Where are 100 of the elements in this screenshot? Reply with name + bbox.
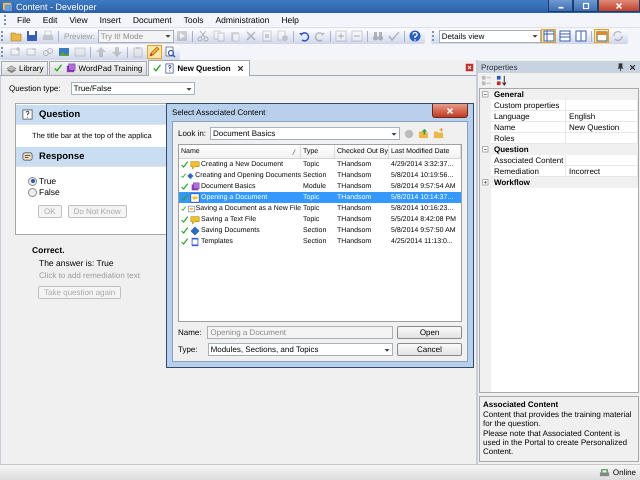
pin-icon (616, 62, 625, 72)
tab[interactable]: New Question (148, 60, 250, 76)
section-title: Response (39, 151, 84, 162)
categorized-icon (481, 75, 492, 86)
expand-icon (334, 30, 347, 42)
arrow-down-icon (111, 46, 123, 58)
section-title: Question (39, 109, 80, 120)
close-button[interactable] (432, 104, 468, 118)
network-icon (598, 467, 610, 478)
menu-item[interactable]: Administration (210, 15, 276, 25)
collapse-icon[interactable] (482, 90, 490, 98)
grid-view-button[interactable] (541, 29, 556, 43)
type-dropdown[interactable]: Modules, Sections, and Topics (208, 343, 393, 356)
collapse-icon[interactable] (482, 146, 490, 154)
circle-icon (404, 128, 414, 138)
clipboard-icon (132, 46, 144, 58)
help-button[interactable] (407, 29, 422, 43)
panel-icon (596, 30, 608, 42)
menu-item[interactable]: Document (126, 15, 178, 25)
speech-bubble-icon (190, 160, 200, 170)
property-group[interactable]: Workflow (491, 177, 638, 188)
link-icon (42, 46, 54, 58)
minimize-button[interactable] (548, 0, 573, 12)
diamond-icon (187, 170, 194, 180)
question-icon (22, 109, 33, 120)
redo-icon (314, 30, 326, 42)
property-group[interactable]: General (491, 89, 638, 100)
printer-icon (42, 30, 54, 42)
property-group[interactable]: Question (491, 144, 638, 155)
property-value[interactable]: English (566, 111, 638, 122)
question-icon (164, 63, 176, 74)
arrow-up-icon (95, 46, 107, 58)
expand-icon[interactable] (482, 178, 490, 186)
help-text: Content that provides the training material for the question. (483, 410, 633, 428)
paste-icon (228, 30, 241, 42)
menu-item[interactable]: View (63, 15, 94, 25)
page-bubble-icon (190, 192, 200, 202)
close-icon (614, 0, 624, 10)
menu-item[interactable]: Help (275, 15, 305, 25)
tab[interactable]: Library (1, 61, 48, 75)
diamond-icon (190, 226, 200, 236)
menu-item[interactable]: Tools (178, 15, 210, 25)
rows-view-button[interactable] (557, 29, 572, 43)
menu-item[interactable]: File (11, 15, 37, 25)
property-name: Name (491, 122, 566, 133)
option-label: False (39, 187, 60, 197)
toolbar-label: Preview: (63, 32, 96, 40)
status-text: Online (612, 468, 636, 477)
folder-up-icon (418, 128, 430, 139)
menu-item[interactable]: Insert (94, 15, 127, 25)
close-icon (445, 106, 455, 116)
menu-item[interactable]: Edit (36, 15, 64, 25)
collapse-icon (350, 30, 363, 42)
option-label: True (39, 176, 56, 186)
property-name: Custom properties (491, 100, 566, 111)
app-icon (2, 1, 13, 12)
pencil-button[interactable] (146, 45, 162, 59)
field-label: Question type: (9, 84, 61, 93)
copy-icon (212, 30, 225, 42)
dropdown[interactable]: Details view (438, 30, 541, 42)
feedback-result: Correct. (32, 245, 65, 255)
look-in-dropdown[interactable]: Document Basics (210, 127, 400, 140)
window-title: Content - Developer (16, 2, 98, 12)
help-text: Please note that Associated Content is used in the Portal to create Personalized Content. (483, 429, 628, 456)
image-button[interactable] (56, 45, 72, 59)
remove-frame-icon (26, 46, 38, 58)
close-icon (628, 62, 637, 72)
speech-bubble-icon (190, 214, 200, 224)
save-icon (26, 30, 38, 42)
refresh-icon (612, 30, 624, 42)
undo-icon (298, 30, 310, 42)
response-icon (22, 151, 33, 162)
split-view-button[interactable] (573, 29, 588, 43)
radio-button[interactable] (28, 176, 37, 186)
dialog-title: Select Associated Content (172, 108, 266, 117)
panel-title: Properties (481, 62, 518, 72)
close-icon (236, 64, 245, 73)
tab[interactable]: WordPad Training (49, 61, 148, 75)
close-button[interactable] (598, 0, 640, 12)
save-button[interactable] (24, 29, 40, 43)
maximize-icon (580, 0, 590, 10)
question-type-dropdown[interactable]: True/False (70, 82, 195, 95)
image-icon (58, 46, 70, 58)
binoculars-icon (372, 30, 384, 42)
pencil-icon (148, 46, 160, 58)
radio-button[interactable] (28, 188, 37, 196)
maximize-button[interactable] (573, 0, 598, 12)
property-name: Associated Content (491, 155, 566, 166)
preview-button[interactable] (162, 45, 178, 59)
cancel-button[interactable]: Cancel (396, 343, 462, 356)
panel-button[interactable] (594, 29, 610, 43)
property-name: Language (491, 111, 566, 122)
check-icon (54, 64, 64, 73)
page-icon (260, 30, 273, 42)
grip-handle[interactable] (432, 31, 436, 41)
close-icon (465, 63, 474, 72)
open-button[interactable]: Open (397, 326, 462, 339)
play-icon (176, 30, 188, 42)
property-value[interactable]: New Question (566, 122, 638, 133)
feedback-answer: The answer is: True (39, 258, 114, 268)
